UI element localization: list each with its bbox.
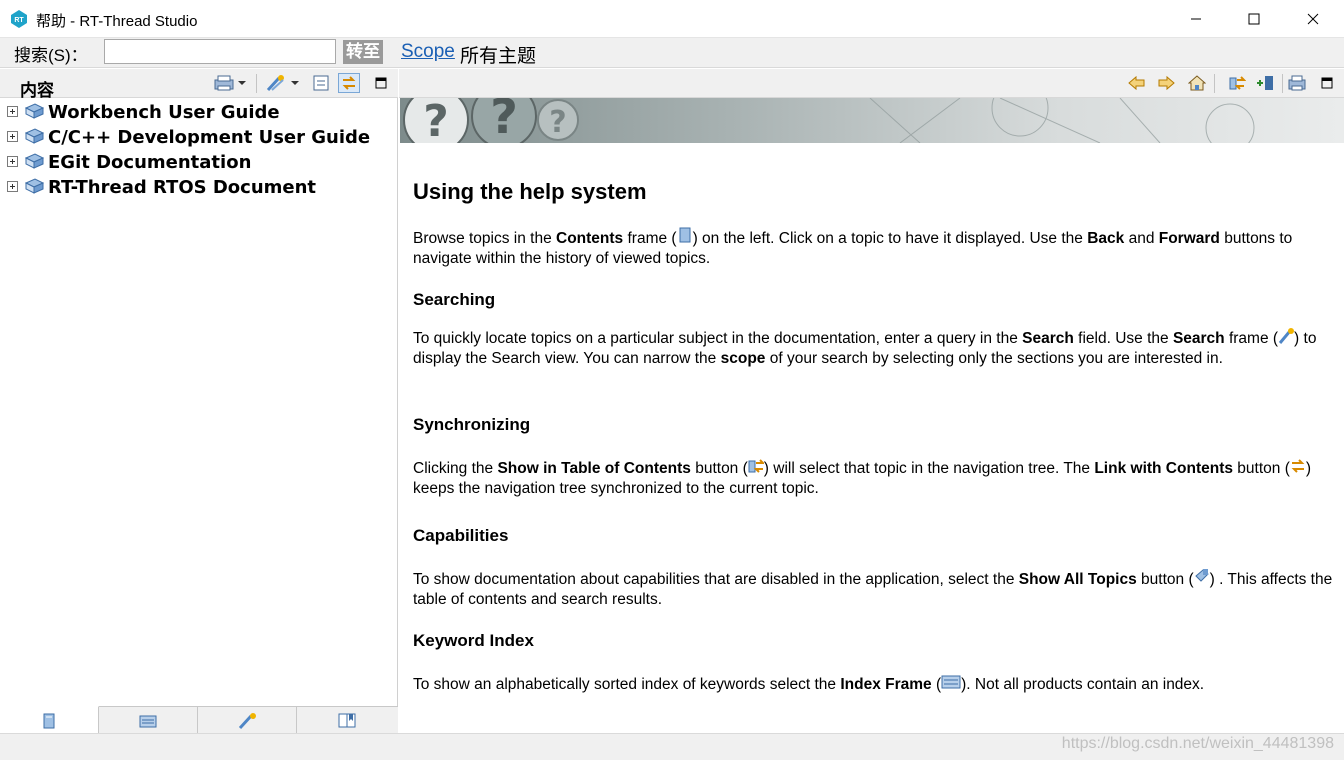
view-menu-icon — [1321, 77, 1333, 89]
search-label: 搜索(S)： — [14, 46, 88, 65]
status-bar: https://blog.csdn.net/weixin_44481398 — [0, 733, 1344, 760]
search-results-icon — [266, 75, 299, 92]
back-icon — [1128, 75, 1145, 91]
tree-item-label: C/C++ Development User Guide — [48, 127, 371, 148]
tree-item[interactable]: RT-Thread RTOS Document — [0, 175, 398, 200]
home-icon — [1188, 75, 1206, 91]
maximize-icon — [1248, 13, 1260, 25]
intro-paragraph: Browse topics in the Contents frame () o… — [413, 227, 1333, 268]
bookmark-document-icon — [1257, 76, 1273, 90]
scope-link[interactable]: Scope — [401, 41, 455, 63]
index-tab-icon — [139, 715, 157, 727]
tab-search[interactable] — [198, 707, 297, 734]
search-results-button[interactable] — [264, 73, 302, 93]
contents-pane: 内容 Workbench User Guide C/C++ Developmen… — [0, 69, 398, 734]
bookmark-document-button[interactable] — [1254, 73, 1276, 93]
tab-contents[interactable] — [0, 706, 99, 734]
show-all-topics-icon — [1194, 569, 1209, 582]
link-with-contents-button[interactable] — [338, 73, 360, 93]
searching-heading: Searching — [413, 290, 496, 309]
show-in-toc-button[interactable] — [1226, 73, 1248, 93]
tree-item[interactable]: Workbench User Guide — [0, 100, 398, 125]
page-title: Using the help system — [413, 179, 647, 204]
collapse-all-icon — [313, 75, 329, 91]
contents-toolbar: 内容 — [0, 69, 398, 100]
view-tabs — [0, 706, 398, 734]
svg-text:?: ? — [490, 98, 518, 143]
tab-bookmarks[interactable] — [297, 707, 396, 734]
capabilities-heading: Capabilities — [413, 526, 509, 545]
go-button[interactable]: 转至 — [343, 40, 383, 64]
tree-item-label: RT-Thread RTOS Document — [48, 177, 317, 198]
keyword-index-paragraph: To show an alphabetically sorted index o… — [413, 673, 1333, 695]
close-icon — [1307, 13, 1319, 25]
synchronizing-paragraph: Clicking the Show in Table of Contents b… — [413, 457, 1333, 498]
expand-icon[interactable] — [7, 106, 18, 117]
searching-paragraph: To quickly locate topics on a particular… — [413, 327, 1333, 368]
minimize-button[interactable] — [1167, 0, 1225, 38]
view-menu-icon — [375, 77, 387, 89]
tree-item[interactable]: C/C++ Development User Guide — [0, 125, 398, 150]
search-input[interactable] — [104, 39, 336, 64]
expand-icon[interactable] — [7, 156, 18, 167]
link-with-contents-icon — [1291, 459, 1305, 473]
help-banner: ? ? ? — [400, 98, 1344, 143]
minimize-icon — [1191, 18, 1201, 20]
print-page-icon — [1288, 75, 1306, 91]
tree-item-label: EGit Documentation — [48, 152, 252, 173]
svg-text:?: ? — [549, 105, 566, 140]
help-content: Using the help system Browse topics in t… — [400, 143, 1344, 733]
bookmarks-tab-icon — [338, 713, 355, 727]
capabilities-paragraph: To show documentation about capabilities… — [413, 568, 1333, 609]
search-bar: 搜索(S)： 转至 Scope 所有主题 — [0, 38, 1344, 68]
content-toolbar — [399, 69, 1344, 98]
contents-tree: Workbench User Guide C/C++ Development U… — [0, 100, 398, 200]
print-page-button[interactable] — [1286, 73, 1308, 93]
keyword-index-heading: Keyword Index — [413, 631, 534, 650]
show-in-toc-icon — [1229, 76, 1246, 90]
svg-text:RT: RT — [14, 17, 24, 24]
link-with-contents-icon — [342, 76, 356, 90]
index-frame-icon — [941, 675, 961, 689]
book-icon — [24, 103, 45, 119]
tree-item[interactable]: EGit Documentation — [0, 150, 398, 175]
forward-icon — [1158, 75, 1175, 91]
question-marks-icon: ? ? ? — [403, 98, 1255, 143]
contents-tab-icon — [43, 713, 55, 728]
print-icon — [214, 75, 246, 91]
home-button[interactable] — [1186, 73, 1208, 93]
forward-button[interactable] — [1155, 73, 1177, 93]
close-button[interactable] — [1284, 0, 1342, 38]
back-button[interactable] — [1126, 73, 1148, 93]
scope-value: 所有主题 — [460, 46, 537, 67]
view-menu-button[interactable] — [370, 73, 392, 93]
search-tab-icon — [238, 712, 256, 729]
expand-icon[interactable] — [7, 131, 18, 142]
book-icon — [24, 178, 45, 194]
book-icon — [24, 128, 45, 144]
watermark-text: https://blog.csdn.net/weixin_44481398 — [1061, 735, 1334, 752]
window-title: 帮助 - RT-Thread Studio — [36, 13, 198, 30]
contents-icon — [679, 227, 691, 243]
show-in-toc-icon — [748, 459, 764, 473]
tab-index[interactable] — [99, 707, 198, 734]
tree-item-label: Workbench User Guide — [48, 102, 280, 123]
contents-title: 内容 — [20, 81, 54, 100]
title-bar: RT 帮助 - RT-Thread Studio — [0, 0, 1344, 38]
svg-text:?: ? — [423, 98, 449, 143]
book-icon — [24, 153, 45, 169]
maximize-button[interactable] — [1225, 0, 1283, 38]
synchronizing-heading: Synchronizing — [413, 415, 531, 434]
expand-icon[interactable] — [7, 181, 18, 192]
content-view-menu-button[interactable] — [1316, 73, 1338, 93]
search-icon — [1278, 328, 1295, 344]
print-button[interactable] — [212, 73, 248, 93]
collapse-all-button[interactable] — [310, 73, 332, 93]
rt-thread-app-icon: RT — [11, 10, 27, 28]
